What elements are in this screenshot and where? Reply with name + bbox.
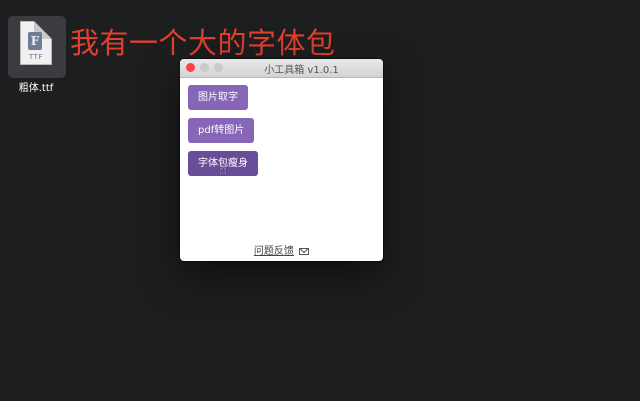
font-subset-button[interactable]: 字体包瘦身 [188,151,258,176]
file-document: F TTF [20,21,52,65]
app-window: 小工具箱 v1.0.1 图片取字 pdf转图片 字体包瘦身 问题反馈 [180,59,383,261]
ttf-font-file-icon[interactable]: F TTF [8,16,66,78]
image-extract-text-button[interactable]: 图片取字 [188,85,248,110]
feedback-link[interactable]: 问题反馈 [254,246,294,257]
font-glyph-icon: F [28,32,42,50]
window-titlebar[interactable]: 小工具箱 v1.0.1 [180,59,383,78]
pdf-to-image-button[interactable]: pdf转图片 [188,118,255,143]
file-type-badge: TTF [29,53,43,61]
file-name-label[interactable]: 粗体.ttf [6,79,66,94]
feedback-link-row: 问题反馈 [180,242,383,257]
headline-annotation: 我有一个大的字体包 [70,26,336,60]
window-title: 小工具箱 v1.0.1 [264,65,339,76]
close-window-button[interactable] [186,63,195,72]
window-content: 图片取字 pdf转图片 字体包瘦身 问题反馈 [180,78,383,261]
minimize-window-button[interactable] [200,63,209,72]
mail-icon[interactable] [299,248,310,255]
